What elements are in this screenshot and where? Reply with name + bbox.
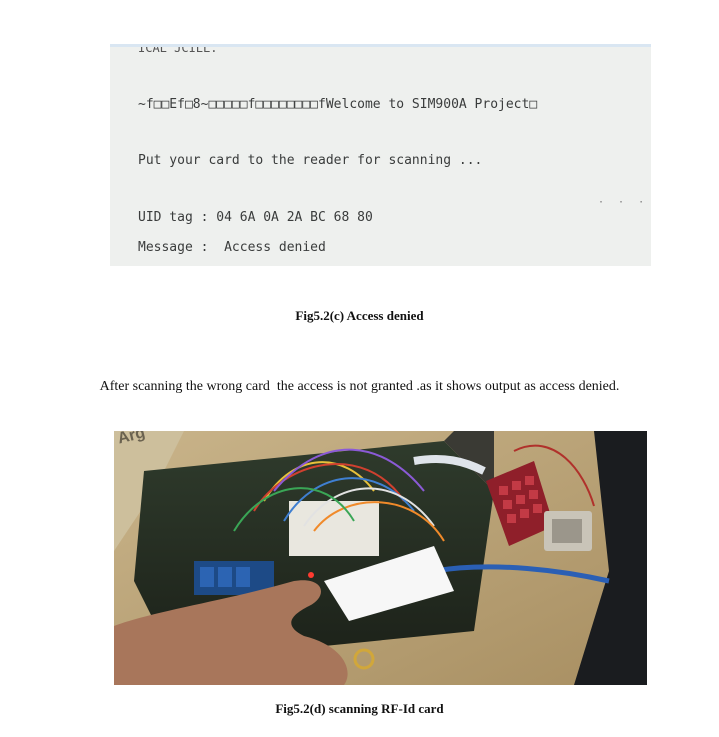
rfid-scan-photo: Arg (114, 431, 647, 685)
serial-message-line: Message : Access denied (138, 240, 326, 255)
serial-noise: · · · (598, 197, 648, 208)
figure-d-caption: Fig5.2(d) scanning RF-Id card (0, 701, 719, 717)
serial-uid-line: UID tag : 04 6A 0A 2A BC 68 80 (138, 210, 373, 225)
body-paragraph: After scanning the wrong card the access… (0, 379, 719, 395)
serial-cut-line: ICAL JCILL. (138, 44, 217, 55)
figure-c-caption: Fig5.2(c) Access denied (0, 308, 719, 324)
serial-garbled-prefix: ~f□□Ef□8~□□□□□f□□□□□□□□f (138, 97, 326, 112)
serial-prompt-line: Put your card to the reader for scanning… (138, 153, 482, 168)
serial-welcome-line: ~f□□Ef□8~□□□□□f□□□□□□□□fWelcome to S… (138, 97, 537, 112)
serial-welcome-text: Welcome to SIM900A Project□ (326, 97, 537, 112)
serial-monitor-screenshot: ICAL JCILL. ~f□□Ef□8~□□□□□f□□□□□□□□f… (110, 44, 651, 266)
photo-illustration (114, 431, 647, 685)
